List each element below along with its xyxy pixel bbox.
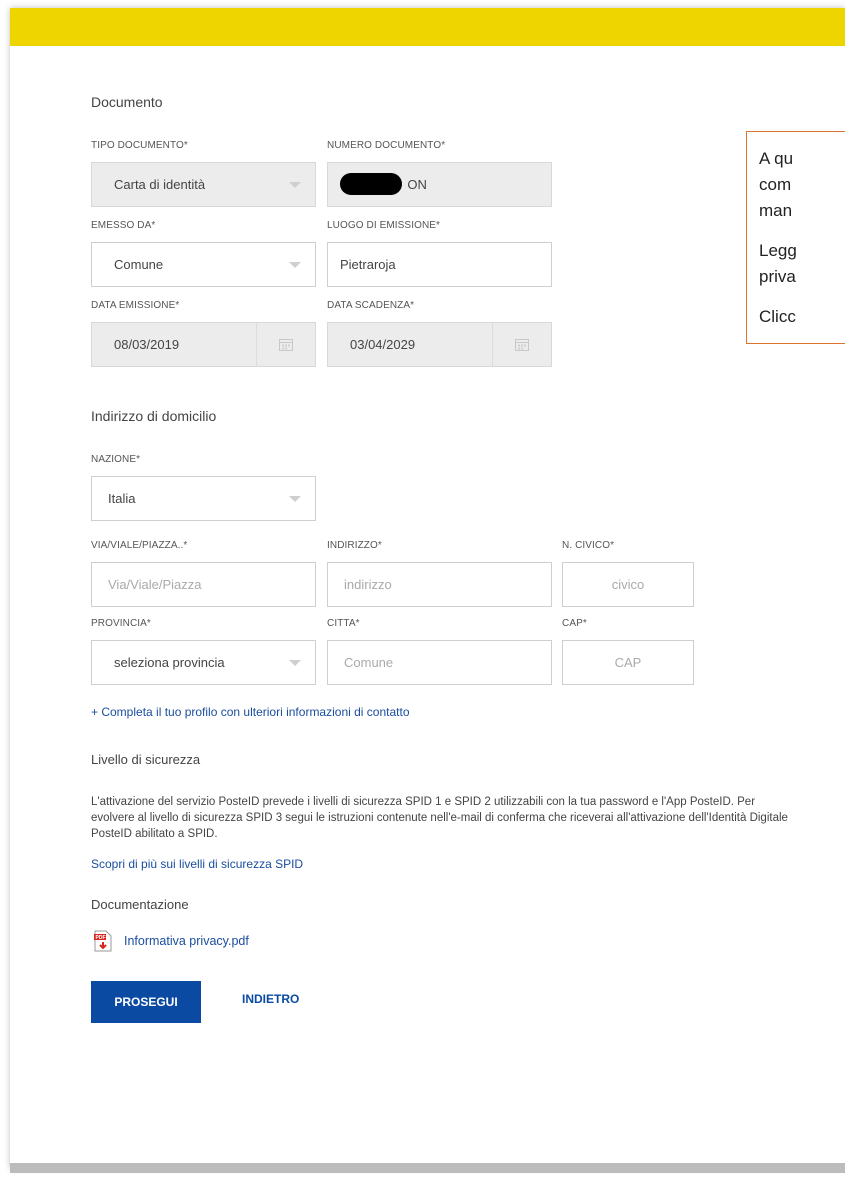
luogo-emissione-label: LUOGO DI EMISSIONE* (327, 220, 441, 231)
callout-line: priva (759, 267, 796, 286)
data-emissione-value: 08/03/2019 (114, 337, 180, 352)
indirizzo-label: INDIRIZZO* (327, 540, 382, 551)
citta-placeholder: Comune (344, 655, 394, 670)
instruction-callout: A qu com man Legg priva Clicc (746, 131, 845, 344)
completa-profilo-link[interactable]: + Completa il tuo profilo con ulteriori … (91, 705, 410, 719)
nazione-select[interactable]: Italia (91, 476, 316, 521)
sicurezza-description: L'attivazione del servizio PosteID preve… (91, 796, 788, 840)
citta-input[interactable]: Comune (327, 640, 552, 685)
civico-input[interactable]: civico (562, 562, 694, 607)
numero-documento-suffix: ON (407, 177, 427, 192)
emesso-da-select[interactable]: Comune (91, 242, 316, 287)
callout-line: man (759, 201, 793, 220)
callout-line: Clicc (759, 307, 796, 326)
data-emissione-input[interactable]: 08/03/2019 (91, 322, 316, 367)
cap-input[interactable]: CAP (562, 640, 694, 685)
nazione-label: NAZIONE* (91, 454, 141, 465)
cap-placeholder: CAP (614, 655, 642, 670)
chevron-down-icon (289, 495, 301, 502)
civico-placeholder: civico (611, 577, 645, 592)
numero-documento-input[interactable]: C ON (327, 162, 552, 207)
form-window: Documento TIPO DOCUMENTO* Carta di ident… (10, 8, 845, 1168)
luogo-emissione-value: Pietraroja (340, 257, 396, 272)
svg-text:PDF: PDF (96, 935, 106, 941)
numero-documento-label: NUMERO DOCUMENTO* (327, 140, 446, 151)
bottom-shadow-bar (10, 1163, 845, 1173)
provincia-select[interactable]: seleziona provincia (91, 640, 316, 685)
scopri-spid-link[interactable]: Scopri di più sui livelli di sicurezza S… (91, 857, 303, 871)
nazione-value: Italia (108, 491, 136, 506)
chevron-down-icon (289, 261, 301, 268)
tipo-documento-value: Carta di identità (114, 177, 206, 192)
data-scadenza-label: DATA SCADENZA* (327, 300, 415, 311)
cap-label: CAP* (562, 618, 587, 629)
callout-line: A qu (759, 149, 794, 168)
section-title-sicurezza: Livello di sicurezza (91, 752, 201, 767)
tipo-documento-select[interactable]: Carta di identità (91, 162, 316, 207)
data-scadenza-input[interactable]: 03/04/2029 (327, 322, 552, 367)
provincia-label: PROVINCIA* (91, 618, 151, 629)
luogo-emissione-input[interactable]: Pietraroja (327, 242, 552, 287)
chevron-down-icon (289, 659, 301, 666)
redaction-mark (340, 173, 402, 195)
chevron-down-icon (289, 181, 301, 188)
emesso-da-label: EMESSO DA* (91, 220, 156, 231)
indietro-button[interactable]: INDIETRO (236, 991, 305, 1007)
data-emissione-label: DATA EMISSIONE* (91, 300, 180, 311)
civico-label: N. CIVICO* (562, 540, 615, 551)
data-scadenza-value: 03/04/2029 (350, 337, 416, 352)
via-label: VIA/VIALE/PIAZZA..* (91, 540, 188, 551)
citta-label: CITTA* (327, 618, 360, 629)
informativa-privacy-link[interactable]: Informativa privacy.pdf (124, 934, 249, 948)
top-accent-bar (10, 8, 845, 46)
provincia-value: seleziona provincia (114, 655, 225, 670)
via-input[interactable]: Via/Viale/Piazza (91, 562, 316, 607)
section-title-documento: Documento (91, 94, 163, 110)
emesso-da-value: Comune (114, 257, 164, 272)
callout-line: com (759, 175, 792, 194)
calendar-icon[interactable] (492, 323, 551, 366)
calendar-icon[interactable] (256, 323, 315, 366)
section-title-documentazione: Documentazione (91, 897, 189, 912)
indirizzo-input[interactable]: indirizzo (327, 562, 552, 607)
callout-line: Legg (759, 241, 797, 260)
via-placeholder: Via/Viale/Piazza (108, 577, 202, 592)
section-title-domicilio: Indirizzo di domicilio (91, 408, 217, 424)
indirizzo-placeholder: indirizzo (344, 577, 392, 592)
prosegui-button[interactable]: PROSEGUI (91, 981, 201, 1023)
pdf-file-icon: PDF (94, 930, 112, 952)
tipo-documento-label: TIPO DOCUMENTO* (91, 140, 188, 151)
